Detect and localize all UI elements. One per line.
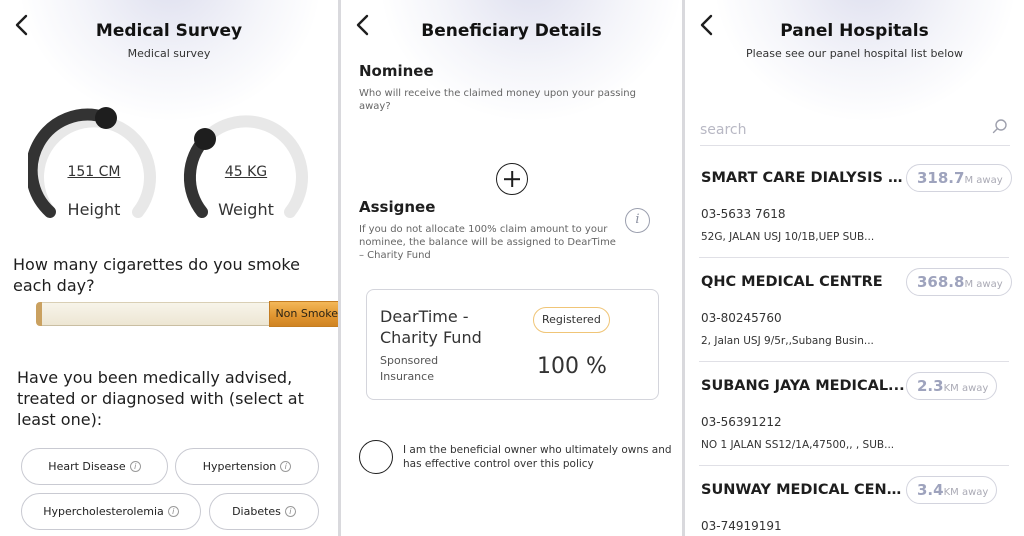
assignee-name: DearTime - Charity Fund bbox=[380, 307, 482, 347]
hospital-phone[interactable]: 03-80245760 bbox=[701, 311, 782, 325]
cigarette-question: How many cigarettes do you smoke each da… bbox=[13, 255, 300, 295]
distance-unit: KM away bbox=[943, 383, 989, 394]
page-title: Beneficiary Details bbox=[421, 21, 602, 41]
info-icon[interactable]: i bbox=[284, 506, 296, 517]
beneficiary-details-screen: Beneficiary Details Nominee Who will rec… bbox=[341, 0, 682, 536]
beneficial-owner-statement: I am the beneficial owner who ultimately… bbox=[403, 444, 672, 470]
page-subtitle: Medical survey bbox=[127, 47, 211, 60]
distance-unit: M away bbox=[964, 279, 1003, 290]
condition-label: Hypercholesterolemia bbox=[43, 505, 164, 518]
cigarette-value: Non Smoker bbox=[269, 301, 338, 327]
advised-question: Have you been medically advised, treated… bbox=[17, 368, 304, 429]
nominee-description: Who will receive the claimed money upon … bbox=[359, 88, 636, 112]
condition-label: Heart Disease bbox=[48, 460, 126, 473]
list-divider bbox=[699, 465, 1009, 466]
condition-chip-hypertension[interactable]: Hypertension i bbox=[175, 448, 319, 485]
condition-chip-hypercholesterolemia[interactable]: Hypercholesterolemia i bbox=[21, 493, 201, 530]
cigarette-slider[interactable]: Non Smoker bbox=[36, 300, 338, 328]
height-value[interactable]: 151 CM bbox=[28, 164, 160, 180]
hospital-name: SUBANG JAYA MEDICAL... bbox=[701, 378, 905, 394]
page-subtitle: Please see our panel hospital list below bbox=[746, 47, 963, 60]
distance-value: 368.8 bbox=[917, 273, 965, 291]
distance-badge: 3.4KM away bbox=[906, 476, 998, 504]
list-divider bbox=[699, 361, 1009, 362]
hospital-name: QHC MEDICAL CENTRE bbox=[701, 274, 883, 290]
hospital-name: SMART CARE DIALYSIS C... bbox=[701, 170, 909, 186]
info-icon[interactable]: i bbox=[280, 461, 292, 472]
page-title: Panel Hospitals bbox=[780, 21, 929, 41]
hospital-name: SUNWAY MEDICAL CENTRE bbox=[701, 482, 909, 498]
page-title: Medical Survey bbox=[95, 21, 243, 41]
weight-gauge-knob bbox=[194, 128, 216, 150]
condition-chip-heart-disease[interactable]: Heart Disease i bbox=[21, 448, 168, 485]
search-underline bbox=[700, 145, 1010, 146]
distance-value: 318.7 bbox=[917, 169, 965, 187]
nominee-heading: Nominee bbox=[359, 62, 434, 80]
weight-label: Weight bbox=[218, 200, 274, 219]
panel-hospitals-screen: Panel Hospitals Please see our panel hos… bbox=[685, 0, 1024, 536]
assignee-percentage: 100 % bbox=[537, 354, 607, 379]
condition-label: Hypertension bbox=[202, 460, 277, 473]
list-divider bbox=[699, 257, 1009, 258]
beneficial-owner-radio[interactable] bbox=[359, 440, 393, 474]
condition-label: Diabetes bbox=[232, 505, 281, 518]
distance-unit: KM away bbox=[943, 487, 989, 498]
hospital-address: 52G, JALAN USJ 10/1B,UEP SUB... bbox=[701, 231, 875, 243]
weight-value[interactable]: 45 KG bbox=[180, 164, 312, 180]
distance-badge: 318.7M away bbox=[906, 164, 1012, 192]
height-gauge-knob bbox=[95, 107, 117, 129]
distance-badge: 368.8M away bbox=[906, 268, 1012, 296]
header-glow bbox=[715, 0, 1015, 120]
add-nominee-button[interactable] bbox=[496, 163, 528, 195]
weight-gauge[interactable]: 45 KG Weight bbox=[180, 110, 312, 224]
height-gauge[interactable]: 151 CM Height bbox=[28, 104, 160, 224]
hospital-address: 2, Jalan USJ 9/5r,,Subang Busin... bbox=[701, 335, 874, 347]
info-icon[interactable]: i bbox=[625, 208, 650, 233]
distance-value: 3.4 bbox=[917, 481, 944, 499]
search-input[interactable]: search bbox=[700, 118, 1010, 142]
info-icon[interactable]: i bbox=[167, 506, 179, 517]
hospital-phone[interactable]: 03-74919191 bbox=[701, 519, 782, 533]
info-icon[interactable]: i bbox=[129, 461, 141, 472]
condition-chip-diabetes[interactable]: Diabetes i bbox=[209, 493, 319, 530]
hospital-phone[interactable]: 03-56391212 bbox=[701, 415, 782, 429]
search-placeholder[interactable]: search bbox=[700, 122, 747, 138]
distance-value: 2.3 bbox=[917, 377, 944, 395]
assignee-description: If you do not allocate 100% claim amount… bbox=[359, 224, 616, 261]
assignee-heading: Assignee bbox=[359, 198, 436, 216]
hospital-phone[interactable]: 03-5633 7618 bbox=[701, 207, 786, 221]
status-badge: Registered bbox=[533, 307, 610, 333]
distance-unit: M away bbox=[964, 175, 1003, 186]
header-glow bbox=[20, 0, 320, 120]
search-icon[interactable] bbox=[992, 118, 1008, 134]
distance-badge: 2.3KM away bbox=[906, 372, 998, 400]
assignee-card: DearTime - Charity Fund Registered Spons… bbox=[366, 289, 659, 400]
assignee-type: Sponsored Insurance bbox=[380, 354, 439, 383]
medical-survey-screen: Medical Survey Medical survey 151 CM Hei… bbox=[0, 0, 338, 536]
height-label: Height bbox=[67, 200, 121, 219]
cigarette-body bbox=[42, 302, 269, 326]
hospital-address: NO 1 JALAN SS12/1A,47500,, , SUB... bbox=[701, 439, 895, 451]
